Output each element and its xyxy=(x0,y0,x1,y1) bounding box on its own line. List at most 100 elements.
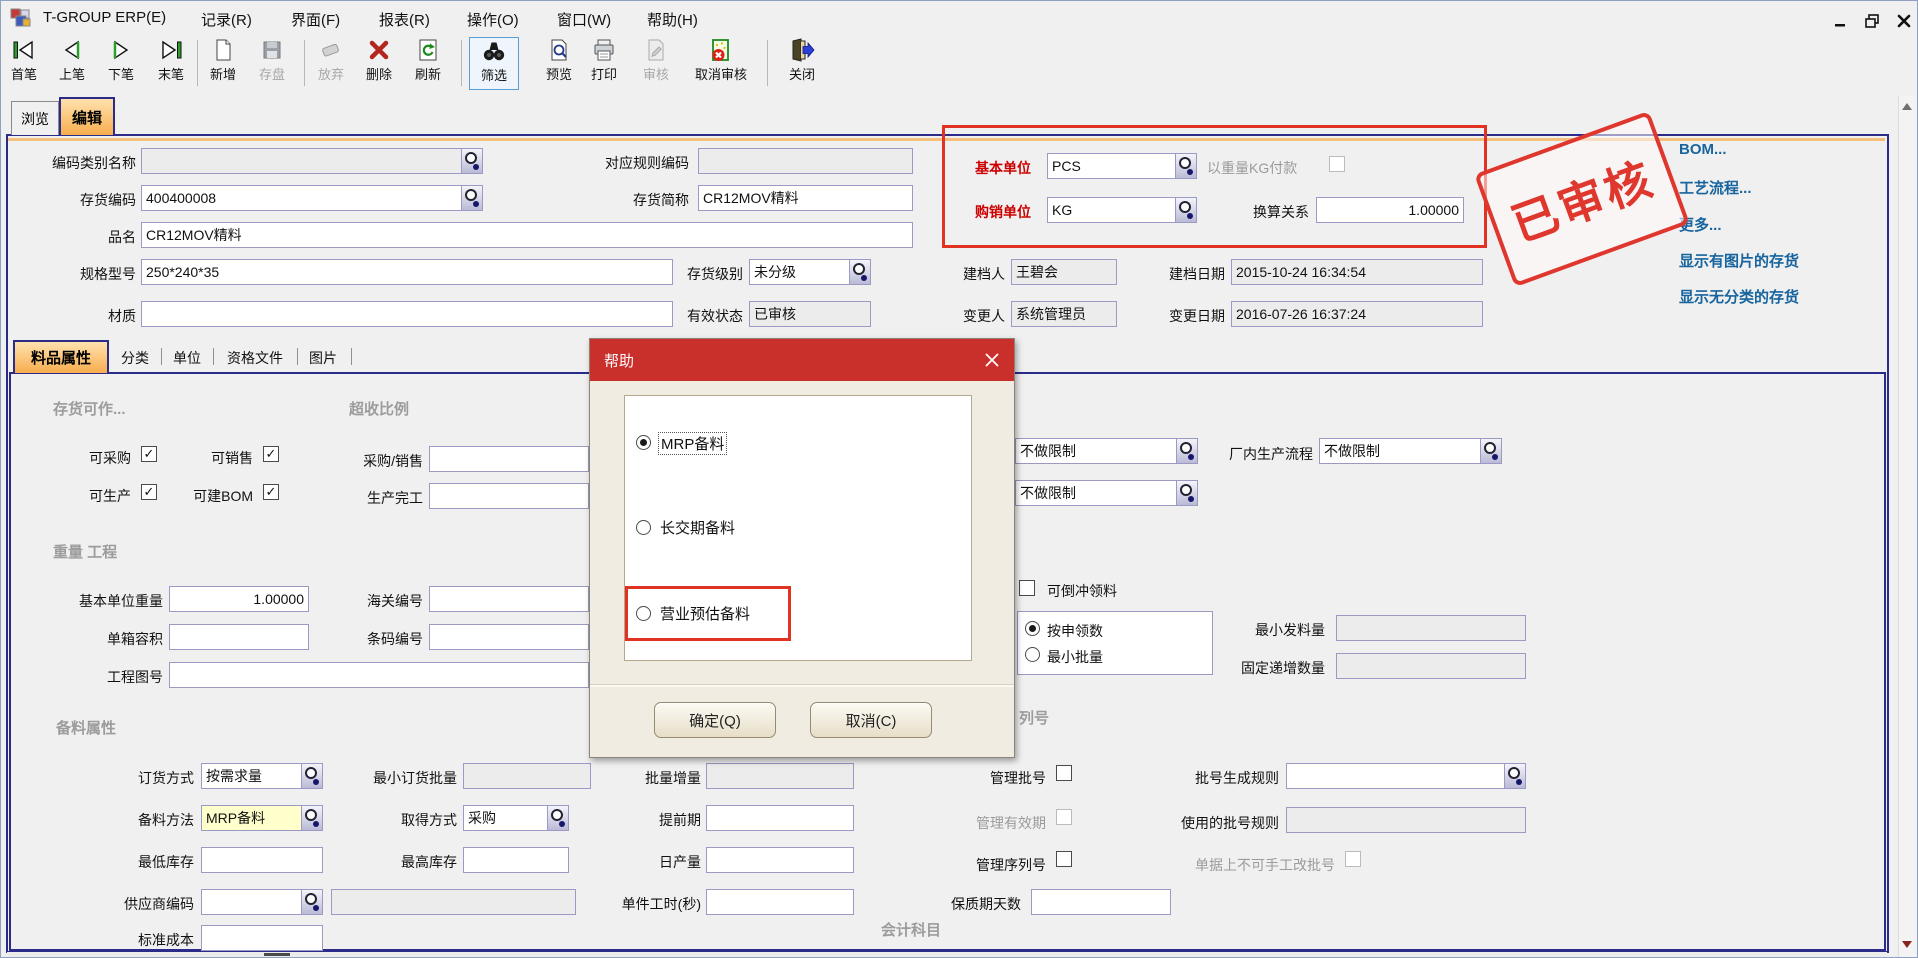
base-weight-input[interactable]: 1.00000 xyxy=(169,586,309,612)
link-process-flow[interactable]: 工艺流程... xyxy=(1679,177,1752,198)
lookup-icon[interactable] xyxy=(461,186,482,210)
supplier-code-input[interactable] xyxy=(201,889,323,915)
subtab-classification[interactable]: 分类 xyxy=(121,348,149,368)
no-manual-batch-checkbox[interactable] xyxy=(1345,851,1361,867)
lookup-icon[interactable] xyxy=(547,806,568,830)
long-lead-prep-radio[interactable] xyxy=(636,520,651,535)
lookup-icon[interactable] xyxy=(301,890,322,914)
toolbar-preview-button[interactable]: 预览 xyxy=(536,37,582,90)
toolbar-prev-button[interactable]: 上笔 xyxy=(49,37,95,90)
lookup-icon[interactable] xyxy=(1176,439,1197,463)
item-abbr-input[interactable]: CR12MOV精料 xyxy=(698,185,913,211)
drawing-no-input[interactable] xyxy=(169,662,589,688)
trade-unit-input[interactable]: KG xyxy=(1047,197,1197,223)
manage-batch-checkbox[interactable] xyxy=(1056,765,1072,781)
menu-tgroup-erp[interactable]: T-GROUP ERP(E) xyxy=(43,9,166,26)
material-input[interactable] xyxy=(141,301,673,327)
can-bom-checkbox[interactable]: ✓ xyxy=(263,484,279,500)
horizontal-scroll-thumb[interactable] xyxy=(264,953,290,956)
link-bom[interactable]: BOM... xyxy=(1679,141,1727,158)
used-batch-rule-input[interactable] xyxy=(1286,807,1526,833)
batch-increment-input[interactable] xyxy=(706,763,854,789)
toolbar-first-button[interactable]: 首笔 xyxy=(1,37,47,90)
by-apply-radio[interactable] xyxy=(1025,621,1040,636)
lead-time-input[interactable] xyxy=(706,805,854,831)
help-dialog-titlebar[interactable]: 帮助 xyxy=(590,339,1014,381)
menu-window[interactable]: 窗口(W) xyxy=(557,9,611,30)
toolbar-save-button[interactable]: 存盘 xyxy=(249,37,295,90)
menu-interface[interactable]: 界面(F) xyxy=(291,9,340,30)
code-type-input[interactable] xyxy=(141,148,483,174)
toolbar-print-button[interactable]: 打印 xyxy=(581,37,627,90)
daily-output-input[interactable] xyxy=(706,847,854,873)
lookup-icon[interactable] xyxy=(849,260,870,284)
lookup-icon[interactable] xyxy=(461,149,482,173)
min-batch-radio[interactable] xyxy=(1025,647,1040,662)
order-mode-input[interactable]: 按需求量 xyxy=(201,763,323,789)
min-stock-input[interactable] xyxy=(201,847,323,873)
subtab-item-attributes[interactable]: 料品属性 xyxy=(13,340,109,373)
restore-button[interactable] xyxy=(1863,13,1881,29)
min-order-input[interactable] xyxy=(463,763,591,789)
limit-input-2[interactable]: 不做限制 xyxy=(1015,480,1198,506)
can-purchase-checkbox[interactable]: ✓ xyxy=(141,446,157,462)
spec-input[interactable]: 250*240*35 xyxy=(141,259,673,285)
shelf-life-input[interactable] xyxy=(1031,889,1171,915)
toolbar-next-button[interactable]: 下笔 xyxy=(98,37,144,90)
box-volume-input[interactable] xyxy=(169,624,309,650)
can-produce-checkbox[interactable]: ✓ xyxy=(141,484,157,500)
menu-report[interactable]: 报表(R) xyxy=(379,9,430,30)
lookup-icon[interactable] xyxy=(301,806,322,830)
menu-help[interactable]: 帮助(H) xyxy=(647,9,698,30)
lookup-icon[interactable] xyxy=(1175,198,1196,222)
dialog-ok-button[interactable]: 确定(Q) xyxy=(654,702,776,738)
tab-browse[interactable]: 浏览 xyxy=(11,101,59,135)
item-code-input[interactable]: 400400008 xyxy=(141,185,483,211)
dialog-close-button[interactable] xyxy=(982,350,1002,370)
manage-serial-checkbox[interactable] xyxy=(1056,851,1072,867)
fixed-increment-input[interactable] xyxy=(1336,653,1526,679)
item-name-input[interactable]: CR12MOV精料 xyxy=(141,222,913,248)
conversion-input[interactable]: 1.00000 xyxy=(1316,197,1464,223)
tab-edit[interactable]: 编辑 xyxy=(59,97,115,135)
menu-record[interactable]: 记录(R) xyxy=(201,9,252,30)
toolbar-abandon-button[interactable]: 放弃 xyxy=(308,37,354,90)
acquire-mode-input[interactable]: 采购 xyxy=(463,805,569,831)
factory-flow-input[interactable]: 不做限制 xyxy=(1319,438,1502,464)
lookup-icon[interactable] xyxy=(1480,439,1501,463)
subtab-qualification[interactable]: 资格文件 xyxy=(227,348,283,368)
lookup-icon[interactable] xyxy=(1504,764,1525,788)
min-issue-input[interactable] xyxy=(1336,615,1526,641)
over-purchase-sale-input[interactable] xyxy=(429,446,589,472)
unit-time-input[interactable] xyxy=(706,889,854,915)
subtab-unit[interactable]: 单位 xyxy=(173,348,201,368)
lookup-icon[interactable] xyxy=(301,764,322,788)
scroll-up-icon[interactable] xyxy=(1902,103,1912,110)
toolbar-cancel-approve-button[interactable]: 取消审核 xyxy=(682,37,760,90)
menu-operation[interactable]: 操作(O) xyxy=(467,9,519,30)
over-production-input[interactable] xyxy=(429,483,589,509)
base-unit-input[interactable]: PCS xyxy=(1047,153,1197,179)
max-stock-input[interactable] xyxy=(463,847,569,873)
pay-by-weight-checkbox[interactable] xyxy=(1329,156,1345,172)
toolbar-delete-button[interactable]: 删除 xyxy=(356,37,402,90)
toolbar-refresh-button[interactable]: 刷新 xyxy=(405,37,451,90)
toolbar-new-button[interactable]: 新增 xyxy=(200,37,246,90)
link-show-with-images[interactable]: 显示有图片的存货 xyxy=(1679,250,1799,271)
vertical-scrollbar[interactable] xyxy=(1898,96,1916,958)
close-button[interactable] xyxy=(1895,13,1913,29)
sales-forecast-prep-option[interactable]: 营业预估备料 xyxy=(660,603,750,624)
mrp-prep-option[interactable]: MRP备料 xyxy=(658,432,727,455)
toolbar-last-button[interactable]: 末笔 xyxy=(148,37,194,90)
toolbar-filter-button[interactable]: 筛选 xyxy=(469,37,519,90)
manage-validity-checkbox[interactable] xyxy=(1056,809,1072,825)
level-input[interactable]: 未分级 xyxy=(749,259,871,285)
scroll-down-icon[interactable] xyxy=(1902,941,1912,948)
long-lead-prep-option[interactable]: 长交期备料 xyxy=(660,517,735,538)
toolbar-approve-button[interactable]: 审核 xyxy=(633,37,679,90)
subtab-image[interactable]: 图片 xyxy=(309,348,337,368)
barcode-input[interactable] xyxy=(429,624,589,650)
rule-code-input[interactable] xyxy=(698,148,913,174)
prep-method-input[interactable]: MRP备料 xyxy=(201,805,323,831)
toolbar-close-button[interactable]: 关闭 xyxy=(779,37,825,90)
